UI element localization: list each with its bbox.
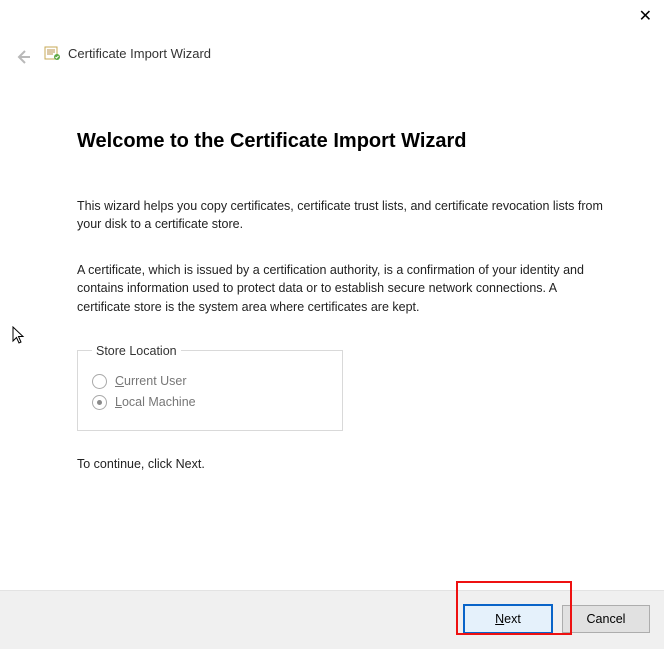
- continue-text: To continue, click Next.: [77, 457, 604, 471]
- cancel-button[interactable]: Cancel: [562, 605, 650, 633]
- store-location-legend: Store Location: [92, 344, 181, 358]
- intro-text: This wizard helps you copy certificates,…: [77, 197, 604, 233]
- radio-local-machine: Local Machine: [92, 395, 328, 410]
- radio-label: Local Machine: [115, 395, 196, 409]
- wizard-footer: Next Cancel: [0, 590, 664, 649]
- radio-icon: [92, 395, 107, 410]
- back-button[interactable]: [14, 48, 32, 66]
- window-title: Certificate Import Wizard: [68, 46, 211, 61]
- radio-label: Current User: [115, 374, 187, 388]
- mouse-cursor-icon: [12, 326, 26, 351]
- button-label: Next: [495, 612, 521, 626]
- wizard-body: Welcome to the Certificate Import Wizard…: [77, 130, 604, 471]
- radio-icon: [92, 374, 107, 389]
- page-heading: Welcome to the Certificate Import Wizard: [77, 130, 604, 153]
- button-label: Cancel: [587, 612, 626, 626]
- explain-text: A certificate, which is issued by a cert…: [77, 261, 604, 315]
- next-button[interactable]: Next: [464, 605, 552, 633]
- radio-current-user: Current User: [92, 374, 328, 389]
- store-location-group: Store Location Current User Local Machin…: [77, 344, 343, 431]
- close-icon[interactable]: ✕: [639, 6, 652, 26]
- certificate-wizard-icon: [44, 44, 62, 62]
